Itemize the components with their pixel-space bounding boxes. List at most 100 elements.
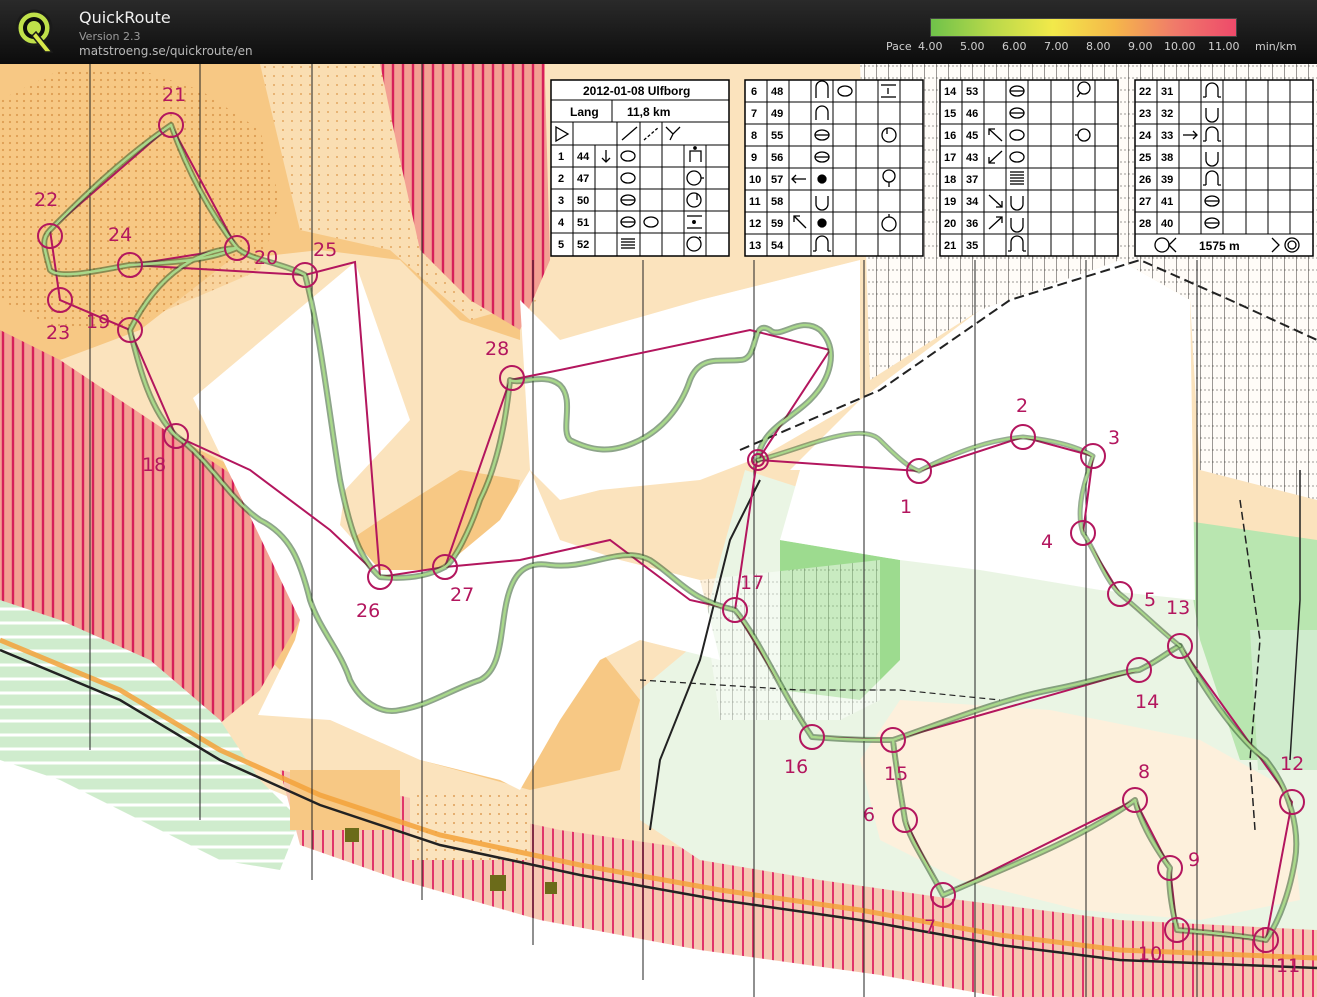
app-url[interactable]: matstroeng.se/quickroute/en [79, 44, 253, 58]
app-title: QuickRoute [79, 8, 171, 27]
control-number: 22 [34, 189, 58, 211]
control-desc-code: 46 [966, 108, 978, 120]
control-desc-code: 33 [1161, 130, 1173, 142]
pace-tick: 5.00 [960, 40, 985, 53]
control-desc-code: 58 [771, 196, 783, 208]
control-desc-number: 28 [1139, 218, 1151, 230]
event-title: 2012-01-08 Ulfborg [583, 84, 690, 98]
control-number: 27 [450, 584, 474, 606]
control-number: 9 [1188, 849, 1200, 871]
control-number: 19 [86, 311, 110, 333]
control-desc-number: 2 [558, 173, 564, 185]
control-number: 3 [1108, 427, 1120, 449]
control-desc-number: 11 [749, 196, 761, 208]
control-desc-number: 7 [751, 108, 757, 120]
control-number: 17 [740, 572, 764, 594]
control-desc-number: 10 [749, 174, 761, 186]
control-number: 15 [884, 763, 908, 785]
building [345, 828, 359, 842]
control-desc-code: 52 [577, 239, 589, 251]
building [545, 882, 557, 894]
control-desc-number: 18 [944, 174, 956, 186]
control-number: 6 [863, 804, 875, 826]
control-number: 25 [313, 239, 337, 261]
pace-tick: 4.00 [918, 40, 943, 53]
green-field [1250, 630, 1317, 770]
control-desc-code: 35 [966, 240, 978, 252]
control-desc-code: 55 [771, 130, 783, 142]
control-desc-number: 12 [749, 218, 761, 230]
control-desc-number: 8 [751, 130, 757, 142]
pace-tick: 11.00 [1208, 40, 1240, 53]
control-desc-code: 40 [1161, 218, 1173, 230]
control-desc-code: 31 [1161, 86, 1173, 98]
pace-tick: 6.00 [1002, 40, 1027, 53]
control-number: 20 [254, 247, 278, 269]
control-desc-code: 32 [1161, 108, 1173, 120]
control-desc-code: 36 [966, 218, 978, 230]
control-desc-number: 24 [1139, 130, 1152, 142]
control-desc-code: 45 [966, 130, 978, 142]
control-desc-number: 9 [751, 152, 757, 164]
control-desc-number: 5 [558, 239, 564, 251]
pace-legend: Pace 4.00 5.00 6.00 7.00 8.00 9.00 10.00… [884, 18, 1304, 58]
control-number: 4 [1041, 531, 1053, 553]
control-desc-number: 3 [558, 195, 564, 207]
control-desc-number: 15 [944, 108, 956, 120]
pace-tick: 10.00 [1164, 40, 1196, 53]
control-desc-number: 21 [944, 240, 956, 252]
control-number: 13 [1166, 597, 1190, 619]
control-number: 10 [1138, 943, 1162, 965]
control-desc-number: 17 [944, 152, 956, 164]
control-desc-code: 53 [966, 86, 978, 98]
building [490, 875, 506, 891]
control-desc-code: 43 [966, 152, 978, 164]
control-desc-number: 27 [1139, 196, 1151, 208]
control-desc-code: 48 [771, 86, 783, 98]
finish-distance: 1575 m [1199, 239, 1240, 253]
pace-tick: 8.00 [1086, 40, 1111, 53]
control-number: 18 [142, 454, 166, 476]
control-desc-code: 44 [577, 151, 590, 163]
orienteering-map[interactable]: 1 2 3 4 5 6 7 8 9 10 11 12 13 14 15 16 1… [0, 64, 1317, 997]
control-number: 1 [900, 496, 912, 518]
control-number: 26 [356, 600, 380, 622]
control-number: 2 [1016, 395, 1028, 417]
control-number: 28 [485, 338, 509, 360]
control-desc-code: 49 [771, 108, 783, 120]
control-desc-code: 50 [577, 195, 589, 207]
pace-tick: 9.00 [1128, 40, 1153, 53]
control-desc-code: 47 [577, 173, 589, 185]
control-number: 14 [1135, 691, 1159, 713]
control-number: 24 [108, 224, 132, 246]
pace-unit: min/km [1255, 40, 1297, 53]
control-desc-number: 1 [558, 151, 564, 163]
control-desc-code: 39 [1161, 174, 1173, 186]
control-desc-number: 25 [1139, 152, 1151, 164]
control-desc-number: 23 [1139, 108, 1151, 120]
control-desc-code: 54 [771, 240, 784, 252]
control-number: 21 [162, 84, 186, 106]
app-version: Version 2.3 [79, 30, 141, 43]
class-name: Lang [570, 105, 599, 119]
control-number: 12 [1280, 753, 1304, 775]
control-desc-code: 51 [577, 217, 589, 229]
quickroute-window: QuickRoute Version 2.3 matstroeng.se/qui… [0, 0, 1317, 997]
control-desc-code: 56 [771, 152, 783, 164]
control-desc-number: 14 [944, 86, 957, 98]
control-desc-number: 19 [944, 196, 956, 208]
control-number: 11 [1276, 955, 1300, 977]
control-desc-number: 22 [1139, 86, 1151, 98]
course-length: 11,8 km [627, 105, 670, 119]
control-desc-number: 4 [558, 217, 565, 229]
pace-color-bar [930, 18, 1237, 37]
control-desc-code: 34 [966, 196, 979, 208]
control-desc-code: 41 [1161, 196, 1173, 208]
control-number: 23 [46, 322, 70, 344]
control-number: 16 [784, 756, 808, 778]
control-desc-number: 16 [944, 130, 956, 142]
control-desc-code: 38 [1161, 152, 1173, 164]
map-canvas[interactable]: 1 2 3 4 5 6 7 8 9 10 11 12 13 14 15 16 1… [0, 64, 1317, 997]
control-number: 5 [1144, 589, 1156, 611]
control-number: 7 [924, 916, 936, 938]
